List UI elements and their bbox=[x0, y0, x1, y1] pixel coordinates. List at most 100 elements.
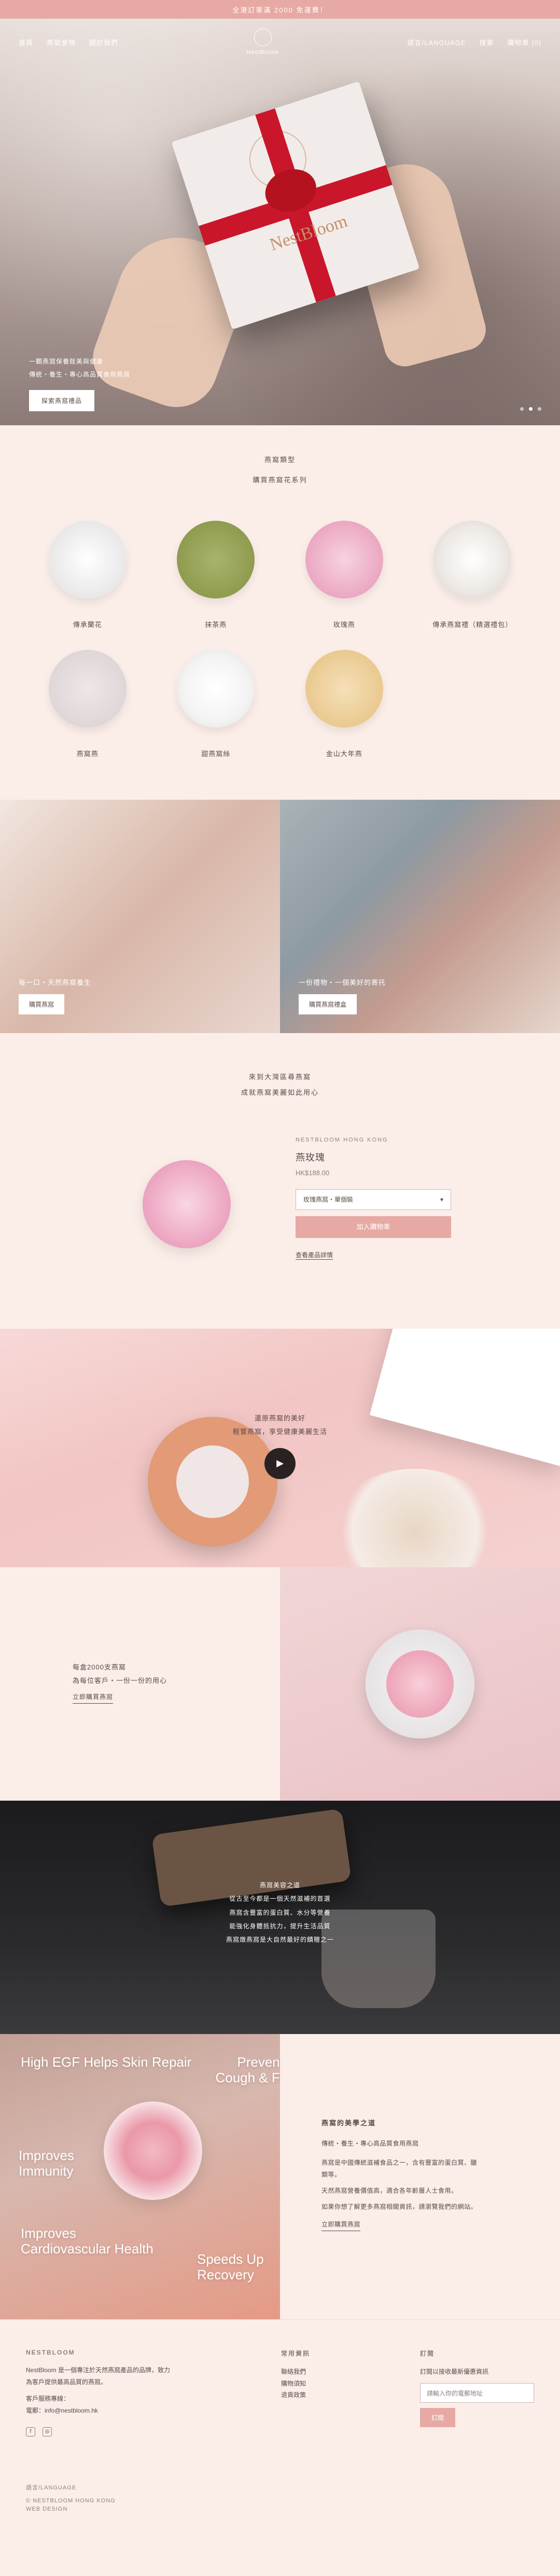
collection-item[interactable]: 玫瑰燕 bbox=[288, 521, 401, 629]
benefit-label: Improves Immunity bbox=[19, 2147, 74, 2179]
product-price: HK$188.00 bbox=[296, 1168, 330, 1177]
hero-line2: 傳統・養生・專心高品質食用燕窩 bbox=[29, 371, 131, 378]
promo-duo: 每一口・天然燕窩養生 購買燕窩 一份禮物・一個美好的寄托 購買燕窩禮盒 bbox=[0, 800, 560, 1033]
nav-home[interactable]: 首頁 bbox=[19, 37, 33, 47]
glass-bowl-image bbox=[366, 1629, 474, 1738]
product-name: 傳承燕窩禮（精選禮包） bbox=[432, 621, 513, 629]
hero-line1: 一顆燕窩保養既美與健康 bbox=[29, 358, 104, 365]
product-image bbox=[305, 521, 383, 598]
feature-title: 燕窩的美學之道 bbox=[321, 2119, 376, 2127]
logo-text: NestBloom bbox=[246, 49, 279, 55]
product-name: 燕窩燕 bbox=[76, 750, 99, 758]
featured-product: 來到大灣區尋燕窩 成就燕窩美麗如此用心 NESTBLOOM HONG KONG … bbox=[0, 1033, 560, 1329]
collection-item[interactable]: 甜燕窩絲 bbox=[160, 650, 273, 758]
hero-cta-button[interactable]: 探索燕窩禮品 bbox=[29, 390, 95, 411]
footer-contact-2: 電郵：info@nestbloom.hk bbox=[26, 2407, 98, 2415]
collection-item[interactable]: 傳承燕窩禮（精選禮包） bbox=[416, 521, 529, 629]
copyright: © NESTBLOOM HONG KONG bbox=[26, 2497, 116, 2504]
story-line2: 為每位客戶・一份一份的用心 bbox=[73, 1676, 167, 1684]
promo-right-button[interactable]: 購買燕窩禮盒 bbox=[299, 994, 357, 1014]
product-image bbox=[177, 650, 255, 728]
footer-col3-title: 訂閱 bbox=[419, 2349, 435, 2357]
footer-link[interactable]: 退貨政策 bbox=[281, 2389, 310, 2401]
product-details-link[interactable]: 查看產品詳情 bbox=[296, 1250, 333, 1260]
product-name: 傳承蘭花 bbox=[73, 621, 102, 629]
slider-dot[interactable] bbox=[538, 407, 541, 411]
promo-left-button[interactable]: 購買燕窩 bbox=[19, 994, 65, 1014]
dark-line2: 從古至今都是一個天然滋補的首選 bbox=[229, 1895, 331, 1903]
rose-nest-glass bbox=[104, 2101, 202, 2200]
instagram-icon[interactable]: ◎ bbox=[43, 2427, 52, 2436]
hero-section: NestBloom 首頁 燕窩食物 關於我們 NestBloom 語言/LANG… bbox=[0, 19, 560, 425]
slider-dot[interactable] bbox=[529, 407, 533, 411]
slider-dots bbox=[520, 407, 541, 411]
dark-line1: 燕窩美容之道 bbox=[259, 1881, 300, 1889]
collection-item[interactable]: 抹茶燕 bbox=[160, 521, 273, 629]
product-image bbox=[48, 650, 127, 728]
collection-item[interactable]: 金山大年燕 bbox=[288, 650, 401, 758]
footer: NESTBLOOM NestBloom 是一個專注於天然燕窩產品的品牌，致力為客… bbox=[0, 2319, 560, 2533]
collection-item[interactable]: 傳承蘭花 bbox=[31, 521, 144, 629]
logo[interactable]: NestBloom bbox=[246, 29, 279, 55]
collection-section: 燕窩類型 購買燕窩花系列 傳承蘭花 抹茶燕 玫瑰燕 傳承燕窩禮（精選禮包） 燕窩… bbox=[0, 425, 560, 800]
feature-section: High EGF Helps Skin Repair Prevents Coug… bbox=[0, 2034, 560, 2319]
benefits-image: High EGF Helps Skin Repair Prevents Coug… bbox=[0, 2034, 280, 2319]
facebook-icon[interactable]: f bbox=[26, 2427, 35, 2436]
product-name: 抹茶燕 bbox=[205, 621, 227, 629]
collection-subtitle: 購買燕窩花系列 bbox=[253, 476, 307, 484]
product-image[interactable] bbox=[109, 1126, 264, 1282]
promo-right-caption: 一份禮物・一個美好的寄托 bbox=[299, 979, 386, 986]
product-name: 玫瑰燕 bbox=[333, 621, 355, 629]
search-link[interactable]: 搜索 bbox=[479, 37, 494, 47]
collection-item[interactable]: 燕窩燕 bbox=[31, 650, 144, 758]
benefit-label: Prevents Cough & Flu bbox=[215, 2054, 280, 2085]
feature-paragraph-1: 燕窩是中國傳統滋補食品之一，含有豐富的蛋白質、醣類等。 bbox=[321, 2159, 478, 2179]
nav-right: 語言/LANGUAGE 搜索 購物車 (0) bbox=[408, 37, 541, 47]
dark-line5: 燕窩燉燕窩是大自然最好的饋贈之一 bbox=[226, 1936, 334, 1944]
announcement-text: 全港訂單滿 2000 免運費！ bbox=[232, 6, 328, 14]
play-button[interactable]: ▶ bbox=[264, 1447, 296, 1479]
benefit-label: High EGF Helps Skin Repair bbox=[21, 2054, 192, 2070]
web-design-credit: WEB DESIGN bbox=[26, 2505, 68, 2512]
feature-paragraph-2: 天然燕窩營養價值高，適合各年齡層人士食用。 bbox=[321, 2187, 458, 2194]
email-input[interactable]: 請輸入你的電郵地址 bbox=[419, 2383, 534, 2403]
story-link[interactable]: 立即購買燕窩 bbox=[73, 1691, 114, 1704]
feature-subtitle: 傳統・養生・專心高品質食用燕窩 bbox=[321, 2140, 419, 2148]
slider-dot[interactable] bbox=[520, 407, 524, 411]
rose-nest-image bbox=[143, 1160, 231, 1248]
footer-link[interactable]: 聯絡我們 bbox=[281, 2366, 310, 2378]
dark-line4: 能強化身體抵抗力，提升生活品質 bbox=[229, 1922, 331, 1930]
footer-contact-1: 客戶服務專線： bbox=[26, 2395, 70, 2403]
promo-panel-left: 每一口・天然燕窩養生 購買燕窩 bbox=[0, 800, 280, 1033]
nav-left: 首頁 燕窩食物 關於我們 bbox=[19, 37, 118, 47]
variant-value: 玫瑰燕窩・單個裝 bbox=[303, 1196, 354, 1204]
product-image bbox=[305, 650, 383, 728]
feature-paragraph-3: 如果你想了解更多燕窩相關資訊，請瀏覽我們的網站。 bbox=[321, 2203, 478, 2210]
add-to-cart-button[interactable]: 加入購物車 bbox=[296, 1216, 451, 1238]
bouquet-image bbox=[332, 1468, 498, 1567]
benefit-label: Speeds Up Recovery bbox=[197, 2251, 264, 2282]
footer-col2-title: 常用資訊 bbox=[281, 2349, 310, 2357]
feature-link[interactable]: 立即購買燕窩 bbox=[321, 2219, 361, 2232]
story-section: 每盒2000支燕窩 為每位客戶・一份一份的用心 立即購買燕窩 bbox=[0, 1567, 560, 1801]
footer-link[interactable]: 購物須知 bbox=[281, 2378, 310, 2390]
cart-link[interactable]: 購物車 (0) bbox=[507, 37, 541, 47]
subscribe-button[interactable]: 訂閱 bbox=[419, 2407, 455, 2427]
promo-left-caption: 每一口・天然燕窩養生 bbox=[19, 979, 92, 986]
product-name: 甜燕窩絲 bbox=[201, 750, 231, 758]
language-selector[interactable]: 語言/LANGUAGE bbox=[408, 37, 466, 47]
product-name: 金山大年燕 bbox=[326, 750, 362, 758]
footer-brand: NESTBLOOM bbox=[26, 2348, 75, 2356]
nav-products[interactable]: 燕窩食物 bbox=[47, 37, 76, 47]
video-line1: 還原燕窩的美好 bbox=[254, 1414, 305, 1422]
footer-language-selector[interactable]: 語言/LANGUAGE bbox=[26, 2483, 116, 2491]
chevron-down-icon: ▾ bbox=[440, 1195, 443, 1203]
top-nav: 首頁 燕窩食物 關於我們 NestBloom 語言/LANGUAGE 搜索 購物… bbox=[0, 19, 560, 65]
gift-box-image bbox=[369, 1328, 560, 1466]
collection-title: 燕窩類型 bbox=[264, 456, 296, 464]
nav-about[interactable]: 關於我們 bbox=[89, 37, 118, 47]
product-brand: NESTBLOOM HONG KONG bbox=[296, 1136, 388, 1143]
product-image bbox=[177, 521, 255, 598]
variant-select[interactable]: 玫瑰燕窩・單個裝 ▾ bbox=[296, 1189, 451, 1210]
logo-icon bbox=[254, 29, 272, 46]
